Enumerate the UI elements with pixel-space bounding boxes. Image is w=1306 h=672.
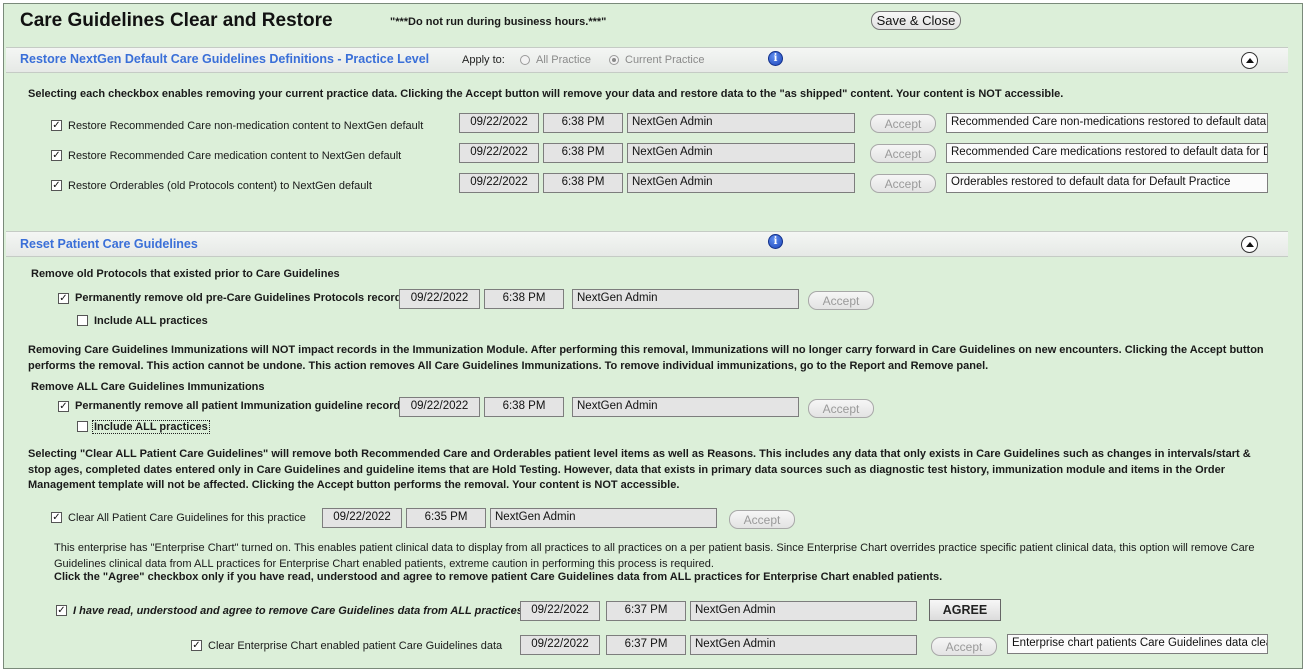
reset-collapse-icon[interactable] bbox=[1241, 236, 1258, 253]
restore-row-2-time: 6:38 PM bbox=[543, 143, 623, 163]
restore-row-3-date: 09/22/2022 bbox=[459, 173, 539, 193]
protocols-date: 09/22/2022 bbox=[399, 289, 480, 309]
radio-all-practice-label: All Practice bbox=[536, 54, 592, 66]
enterprise-clear-user: NextGen Admin bbox=[690, 635, 917, 655]
restore-collapse-icon[interactable] bbox=[1241, 52, 1258, 69]
immunizations-include-all-label: Include ALL practices bbox=[92, 420, 210, 434]
immunizations-date: 09/22/2022 bbox=[399, 397, 480, 417]
enterprise-clear-checkbox[interactable]: ✓ bbox=[191, 640, 202, 651]
enterprise-instruction: Click the "Agree" checkbox only if you h… bbox=[54, 571, 943, 583]
reset-info-icon[interactable]: i bbox=[768, 234, 783, 249]
restore-info-icon[interactable]: i bbox=[768, 51, 783, 66]
protocols-include-all-checkbox[interactable] bbox=[77, 315, 88, 326]
agree-checkbox[interactable]: ✓ bbox=[56, 605, 67, 616]
immunizations-time: 6:38 PM bbox=[484, 397, 564, 417]
protocols-user: NextGen Admin bbox=[572, 289, 799, 309]
restore-row-2-result: Recommended Care medications restored to… bbox=[946, 143, 1268, 163]
agree-time: 6:37 PM bbox=[606, 601, 686, 621]
agree-button[interactable]: AGREE bbox=[929, 599, 1001, 621]
restore-row-1-time: 6:38 PM bbox=[543, 113, 623, 133]
restore-row-2-user: NextGen Admin bbox=[627, 143, 855, 163]
restore-row-3-accept-button[interactable]: Accept bbox=[870, 174, 936, 193]
restore-section-title: Restore NextGen Default Care Guidelines … bbox=[20, 52, 430, 66]
immunizations-label: Permanently remove all patient Immunizat… bbox=[75, 400, 407, 412]
protocols-include-all-label: Include ALL practices bbox=[94, 315, 208, 327]
reset-section-header bbox=[6, 231, 1288, 257]
restore-row-1-result: Recommended Care non-medications restore… bbox=[946, 113, 1268, 133]
enterprise-clear-label: Clear Enterprise Chart enabled patient C… bbox=[208, 640, 503, 652]
enterprise-description: This enterprise has "Enterprise Chart" t… bbox=[54, 542, 1255, 570]
restore-row-2-accept-button[interactable]: Accept bbox=[870, 144, 936, 163]
save-close-button[interactable]: Save & Close bbox=[871, 11, 961, 30]
immunizations-accept-button[interactable]: Accept bbox=[808, 399, 874, 418]
immunizations-description: Removing Care Guidelines Immunizations w… bbox=[28, 344, 1264, 372]
enterprise-clear-accept-button[interactable]: Accept bbox=[931, 637, 997, 656]
restore-row-1-accept-button[interactable]: Accept bbox=[870, 114, 936, 133]
clear-all-description: Selecting "Clear ALL Patient Care Guidel… bbox=[28, 448, 1251, 491]
apply-to-label: Apply to: bbox=[462, 54, 505, 66]
immunizations-user: NextGen Admin bbox=[572, 397, 799, 417]
restore-row-3-label: Restore Orderables (old Protocols conten… bbox=[68, 180, 372, 192]
protocols-checkbox[interactable]: ✓ bbox=[58, 293, 69, 304]
agree-date: 09/22/2022 bbox=[520, 601, 600, 621]
restore-row-1-date: 09/22/2022 bbox=[459, 113, 539, 133]
business-hours-warning: "***Do not run during business hours.***… bbox=[390, 16, 607, 28]
immunizations-checkbox[interactable]: ✓ bbox=[58, 401, 69, 412]
restore-row-2-label: Restore Recommended Care medication cont… bbox=[68, 150, 402, 162]
enterprise-clear-date: 09/22/2022 bbox=[520, 635, 600, 655]
restore-row-3-checkbox[interactable]: ✓ bbox=[51, 180, 62, 191]
restore-row-1-user: NextGen Admin bbox=[627, 113, 855, 133]
immunizations-include-all-checkbox[interactable] bbox=[77, 421, 88, 432]
reset-section-title: Reset Patient Care Guidelines bbox=[20, 237, 198, 251]
protocols-time: 6:38 PM bbox=[484, 289, 564, 309]
page-title: Care Guidelines Clear and Restore bbox=[20, 10, 333, 31]
clear-all-checkbox[interactable]: ✓ bbox=[51, 512, 62, 523]
radio-current-practice-label: Current Practice bbox=[625, 54, 705, 66]
radio-current-practice[interactable] bbox=[609, 55, 619, 65]
protocols-accept-button[interactable]: Accept bbox=[808, 291, 874, 310]
restore-row-3-time: 6:38 PM bbox=[543, 173, 623, 193]
restore-row-2-date: 09/22/2022 bbox=[459, 143, 539, 163]
clear-all-user: NextGen Admin bbox=[490, 508, 717, 528]
enterprise-clear-time: 6:37 PM bbox=[606, 635, 686, 655]
restore-description: Selecting each checkbox enables removing… bbox=[28, 88, 1064, 100]
agree-label: I have read, understood and agree to rem… bbox=[73, 605, 523, 617]
restore-row-1-label: Restore Recommended Care non-medication … bbox=[68, 120, 424, 132]
restore-row-3-result: Orderables restored to default data for … bbox=[946, 173, 1268, 193]
clear-all-label: Clear All Patient Care Guidelines for th… bbox=[68, 512, 306, 524]
clear-all-date: 09/22/2022 bbox=[322, 508, 402, 528]
restore-row-2-checkbox[interactable]: ✓ bbox=[51, 150, 62, 161]
restore-row-1-checkbox[interactable]: ✓ bbox=[51, 120, 62, 131]
immunizations-heading: Remove ALL Care Guidelines Immunizations bbox=[31, 381, 265, 393]
restore-row-3-user: NextGen Admin bbox=[627, 173, 855, 193]
protocols-heading: Remove old Protocols that existed prior … bbox=[31, 268, 340, 280]
enterprise-clear-result: Enterprise chart patients Care Guideline… bbox=[1007, 634, 1268, 654]
clear-all-time: 6:35 PM bbox=[406, 508, 486, 528]
clear-all-accept-button[interactable]: Accept bbox=[729, 510, 795, 529]
protocols-label: Permanently remove old pre-Care Guidelin… bbox=[75, 292, 408, 304]
radio-all-practice[interactable] bbox=[520, 55, 530, 65]
agree-user: NextGen Admin bbox=[690, 601, 917, 621]
